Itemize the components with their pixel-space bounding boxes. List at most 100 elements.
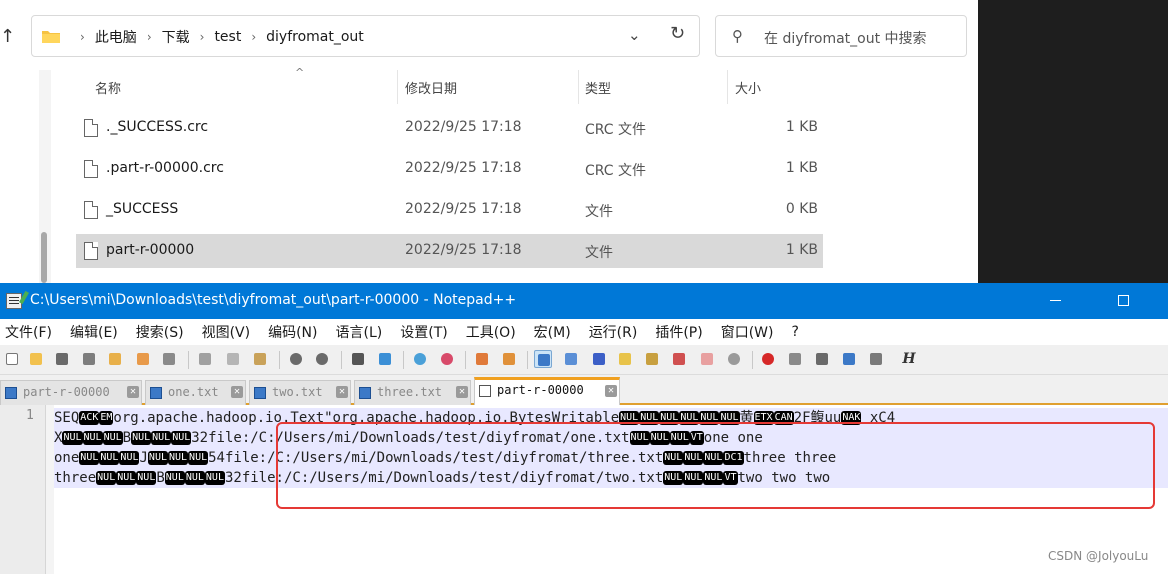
indent-guide-icon[interactable] xyxy=(590,350,608,368)
maximize-icon[interactable] xyxy=(1118,295,1129,306)
close-file-icon[interactable] xyxy=(106,350,124,368)
menu-tools[interactable]: 工具(O) xyxy=(466,322,516,342)
control-char-badge: NUL xyxy=(96,471,117,485)
function-list-icon[interactable] xyxy=(670,350,688,368)
menu-language[interactable]: 语言(L) xyxy=(336,322,383,342)
file-row[interactable]: _SUCCESS 2022/9/25 17:18 文件 0 KB xyxy=(76,193,823,227)
copy-icon[interactable] xyxy=(224,350,242,368)
hex-icon[interactable]: H xyxy=(900,350,918,368)
monitor-icon[interactable] xyxy=(725,350,743,368)
new-file-icon[interactable] xyxy=(3,350,21,368)
folder-as-workspace-icon[interactable] xyxy=(616,350,634,368)
file-type: 文件 xyxy=(585,204,613,220)
minimize-icon[interactable] xyxy=(1050,300,1061,301)
control-char-badge: NUL xyxy=(164,471,185,485)
close-icon[interactable]: ✕ xyxy=(336,386,348,398)
control-char-badge: NUL xyxy=(99,451,120,465)
breadcrumb-item[interactable]: test xyxy=(214,29,241,45)
menu-search[interactable]: 搜索(S) xyxy=(136,322,184,342)
code-text: three xyxy=(54,470,97,486)
redo-icon[interactable] xyxy=(313,350,331,368)
menu-file[interactable]: 文件(F) xyxy=(5,322,52,342)
menu-edit[interactable]: 编辑(E) xyxy=(70,322,118,342)
menu-settings[interactable]: 设置(T) xyxy=(400,322,447,342)
breadcrumb-item[interactable]: diyfromat_out xyxy=(266,29,364,45)
file-name: .part-r-00000.crc xyxy=(106,160,224,176)
toolbar-divider xyxy=(279,351,280,369)
tab-one-txt[interactable]: one.txt ✕ xyxy=(145,380,246,405)
code-text: B xyxy=(122,430,132,446)
scrollbar-thumb[interactable] xyxy=(41,232,47,283)
sync-horizontal-icon[interactable] xyxy=(500,350,518,368)
toolbar-divider xyxy=(403,351,404,369)
menu-help[interactable]: ? xyxy=(792,324,799,340)
save-macro-icon[interactable] xyxy=(867,350,885,368)
file-name: ._SUCCESS.crc xyxy=(106,119,209,135)
tab-label: one.txt xyxy=(168,385,219,399)
file-icon xyxy=(84,119,98,137)
close-icon[interactable]: ✕ xyxy=(127,386,139,398)
menu-view[interactable]: 视图(V) xyxy=(202,322,251,342)
file-icon xyxy=(84,201,98,219)
search-box[interactable]: ⚲ 在 diyfromat_out 中搜索 xyxy=(715,15,967,57)
column-header-size[interactable]: 大小 xyxy=(735,70,825,104)
code-text: B xyxy=(156,470,165,486)
chevron-down-icon[interactable]: ⌄ xyxy=(628,26,641,44)
replace-icon[interactable] xyxy=(376,350,394,368)
zoom-out-icon[interactable] xyxy=(438,350,456,368)
stop-macro-icon[interactable] xyxy=(786,350,804,368)
title-bar[interactable]: C:\Users\mi\Downloads\test\diyfromat_out… xyxy=(0,283,1168,319)
menu-encoding[interactable]: 编码(N) xyxy=(268,322,317,342)
up-arrow-icon[interactable]: ↑ xyxy=(0,26,15,47)
print-icon[interactable] xyxy=(160,350,178,368)
file-modified: 2022/9/25 17:18 xyxy=(405,201,522,217)
folder-icon xyxy=(42,31,60,43)
breadcrumb-item[interactable]: 下载 xyxy=(162,27,190,47)
control-char-badge: ACK xyxy=(79,411,100,425)
tab-part-r-00000-active[interactable]: part-r-00000 ✕ xyxy=(474,377,620,405)
zoom-in-icon[interactable] xyxy=(411,350,429,368)
show-all-chars-icon[interactable] xyxy=(562,350,580,368)
record-macro-icon[interactable] xyxy=(759,350,777,368)
find-icon[interactable] xyxy=(349,350,367,368)
document-map-icon[interactable] xyxy=(643,350,661,368)
toolbar-divider xyxy=(465,351,466,369)
undo-icon[interactable] xyxy=(287,350,305,368)
sort-up-icon: ^ xyxy=(295,66,305,79)
save-icon[interactable] xyxy=(53,350,71,368)
tab-two-txt[interactable]: two.txt ✕ xyxy=(249,380,351,405)
close-all-icon[interactable] xyxy=(134,350,152,368)
refresh-icon[interactable]: ↻ xyxy=(670,23,685,44)
sync-vertical-icon[interactable] xyxy=(473,350,491,368)
menu-window[interactable]: 窗口(W) xyxy=(721,322,774,342)
file-row-selected[interactable]: part-r-00000 2022/9/25 17:18 文件 1 KB xyxy=(76,234,823,268)
file-row[interactable]: ._SUCCESS.crc 2022/9/25 17:18 CRC 文件 1 K… xyxy=(76,111,823,145)
paste-icon[interactable] xyxy=(251,350,269,368)
tab-label: part-r-00000 xyxy=(23,385,110,399)
file-row[interactable]: .part-r-00000.crc 2022/9/25 17:18 CRC 文件… xyxy=(76,152,823,186)
tab-three-txt[interactable]: three.txt ✕ xyxy=(354,380,471,405)
close-icon[interactable]: ✕ xyxy=(231,386,243,398)
close-icon[interactable]: ✕ xyxy=(456,386,468,398)
play-macro-icon[interactable] xyxy=(813,350,831,368)
menu-macro[interactable]: 宏(M) xyxy=(534,322,571,342)
word-wrap-icon[interactable] xyxy=(534,350,552,368)
breadcrumb-item[interactable]: 此电脑 xyxy=(95,27,137,47)
run-macro-multiple-icon[interactable] xyxy=(840,350,858,368)
control-char-badge: NUL xyxy=(119,451,140,465)
column-header-name[interactable]: ^ 名称 xyxy=(95,66,398,104)
scrollbar[interactable] xyxy=(39,70,51,283)
menu-bar: 文件(F) 编辑(E) 搜索(S) 视图(V) 编码(N) 语言(L) 设置(T… xyxy=(0,319,1168,345)
cut-icon[interactable] xyxy=(196,350,214,368)
save-all-icon[interactable] xyxy=(80,350,98,368)
address-bar[interactable]: › 此电脑 › 下载 › test › diyfromat_out ⌄ ↻ xyxy=(31,15,700,57)
menu-plugins[interactable]: 插件(P) xyxy=(655,322,702,342)
open-file-icon[interactable] xyxy=(27,350,45,368)
folder-icon[interactable] xyxy=(698,350,716,368)
tab-part-r-00000[interactable]: part-r-00000 ✕ xyxy=(0,380,142,405)
column-header-modified[interactable]: 修改日期 xyxy=(405,70,579,104)
column-header-type[interactable]: 类型 xyxy=(585,70,728,104)
close-icon[interactable]: ✕ xyxy=(605,385,617,397)
menu-run[interactable]: 运行(R) xyxy=(589,322,638,342)
file-icon xyxy=(479,385,491,397)
